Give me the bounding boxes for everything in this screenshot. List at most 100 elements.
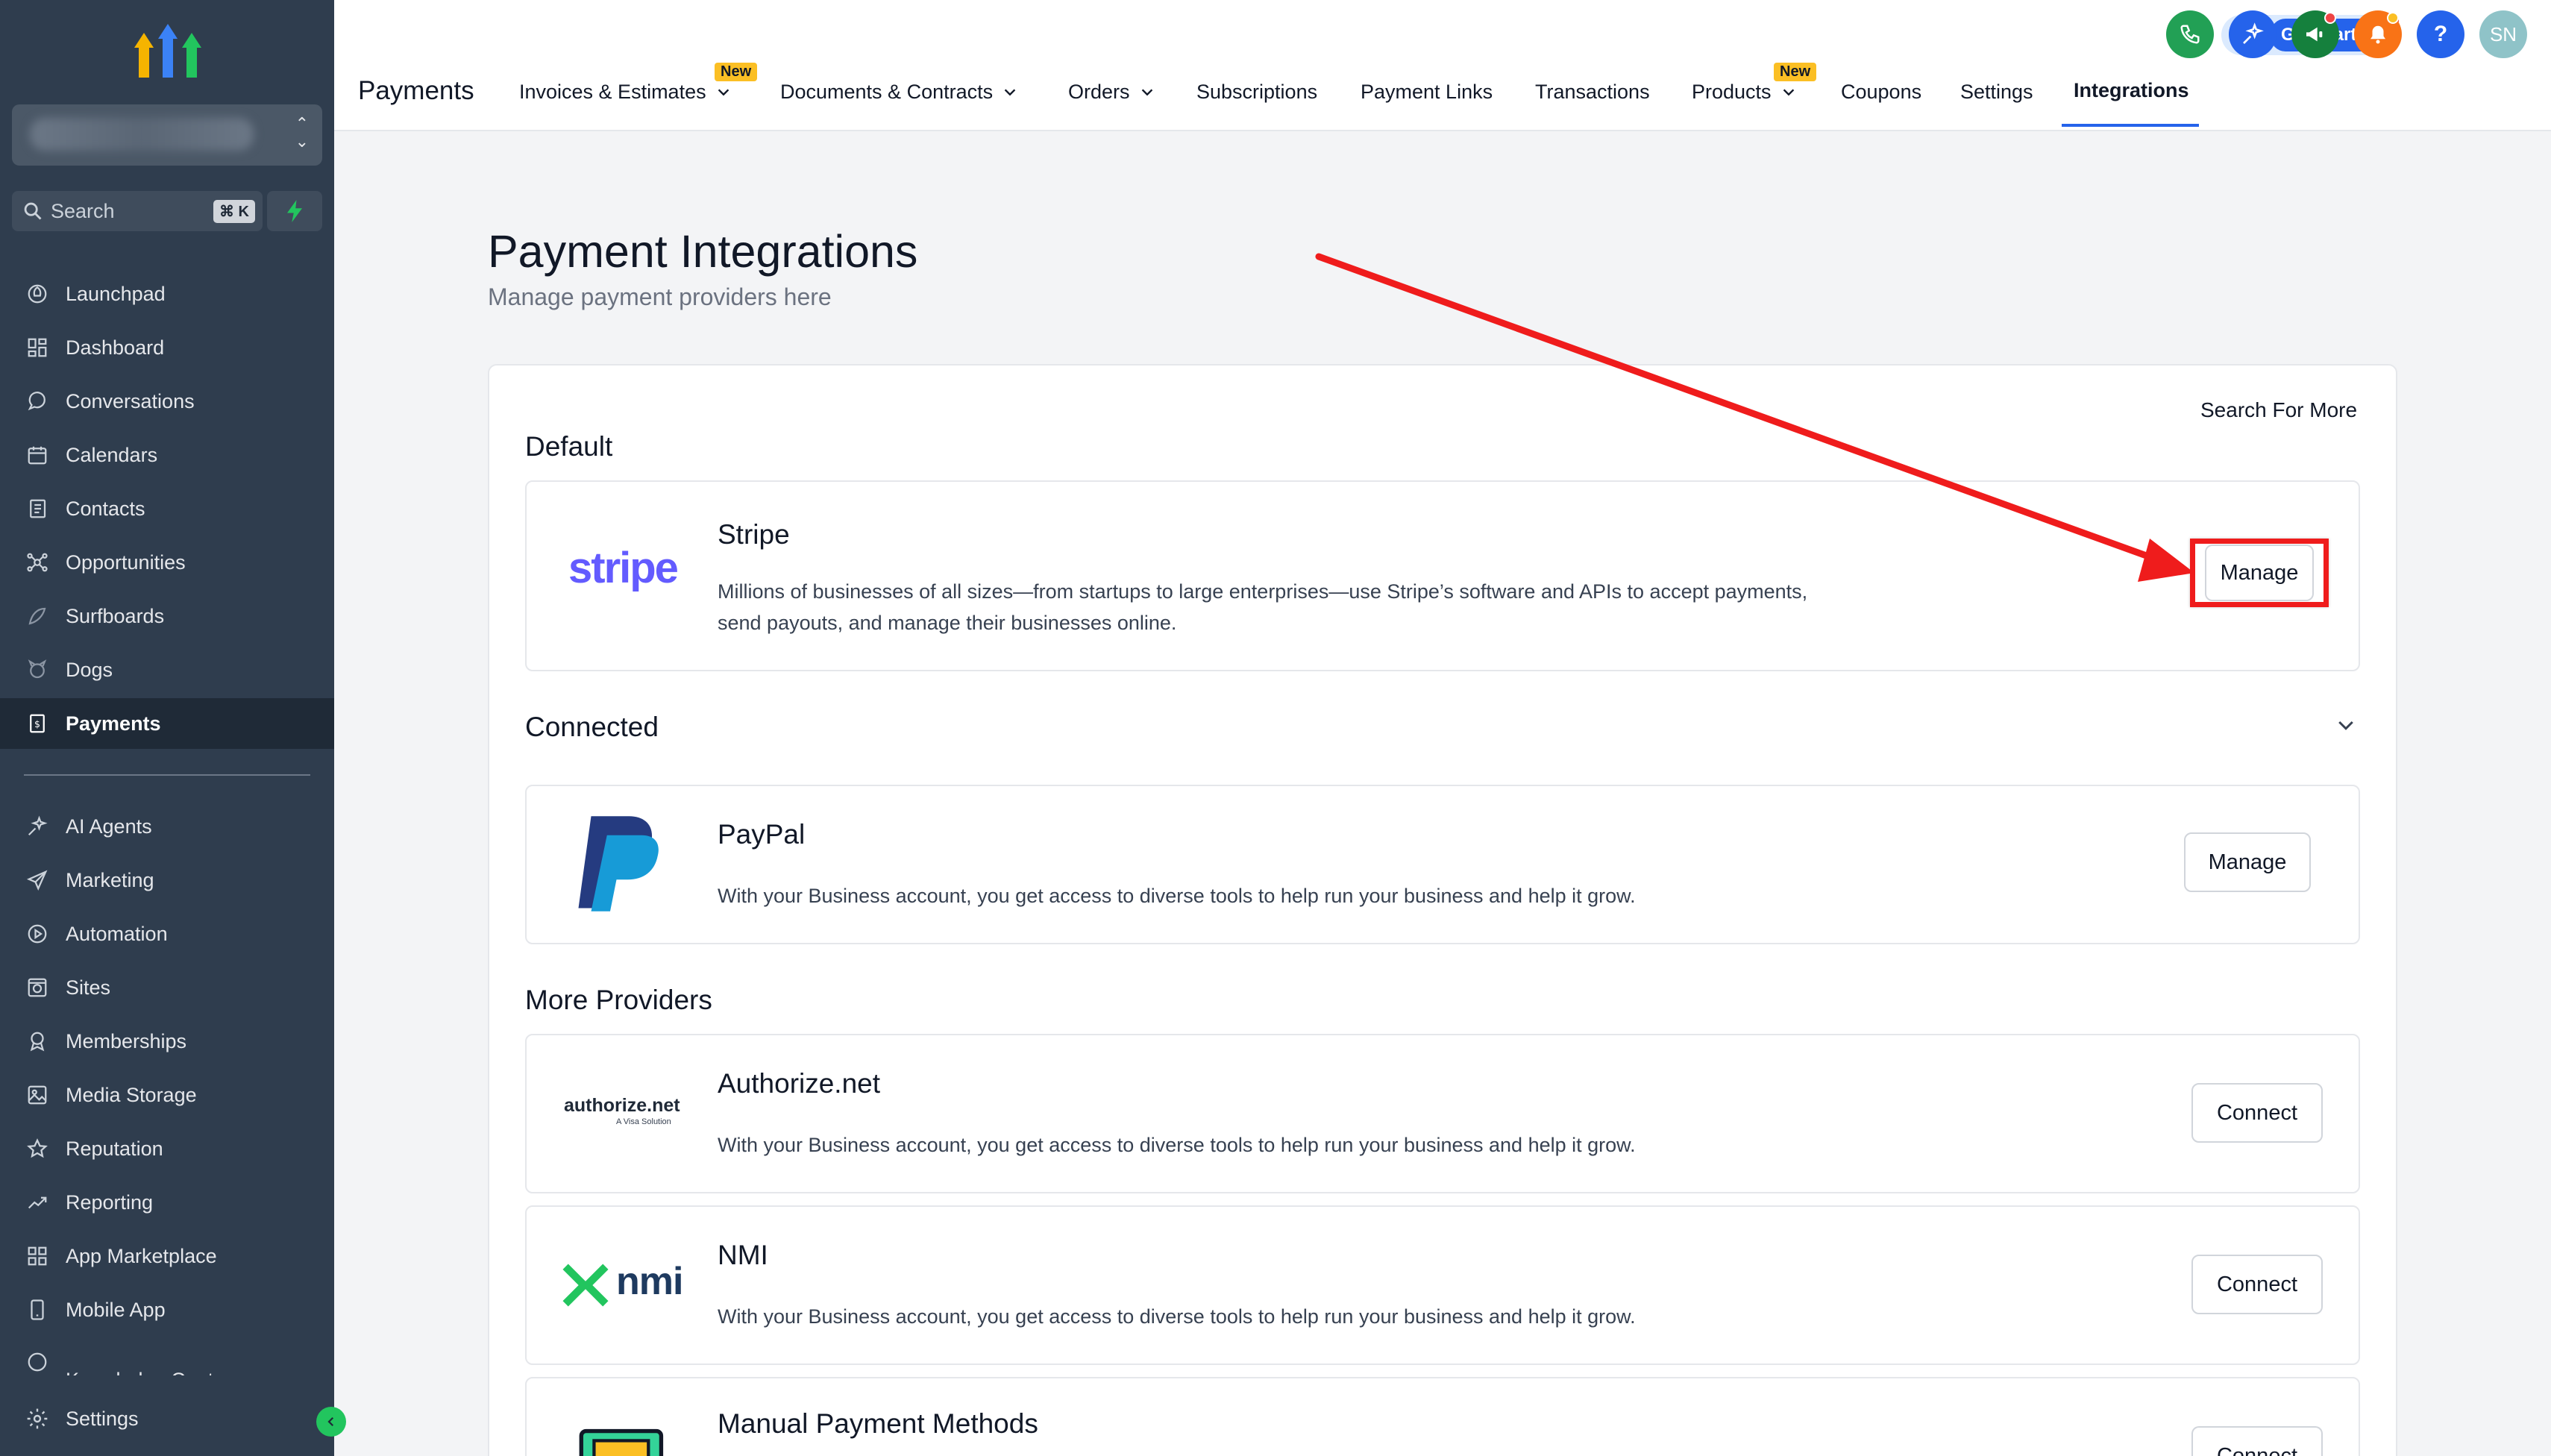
page-subtitle: Manage payment providers here	[488, 283, 832, 310]
nmi-logo: nmi	[616, 1260, 683, 1303]
provider-description: With your Business account, you get acce…	[718, 885, 1636, 907]
chevron-down-icon	[718, 88, 729, 95]
nmi-logo-mark-icon	[562, 1264, 609, 1307]
sidebar-item-knowledge-center[interactable]: Knowledge Center	[0, 1338, 334, 1375]
sidebar-item-settings[interactable]: Settings	[0, 1393, 334, 1444]
phone-button[interactable]	[2166, 10, 2214, 58]
image-icon	[24, 1082, 51, 1108]
app-grid-icon	[24, 1243, 51, 1270]
section-connected-heading: Connected	[525, 712, 659, 742]
authorize-net-logo: authorize.net	[564, 1095, 680, 1116]
tab-payment-links[interactable]: Payment Links	[1361, 81, 1493, 104]
calendar-icon	[24, 442, 51, 468]
authorize-net-connect-button[interactable]: Connect	[2191, 1083, 2323, 1143]
sites-globe-icon	[24, 974, 51, 1001]
tab-orders[interactable]: Orders	[1068, 81, 1155, 104]
provider-card-paypal: PayPal With your Business account, you g…	[525, 785, 2360, 944]
send-plane-icon	[24, 867, 51, 894]
active-tab-indicator	[2062, 124, 2199, 127]
annotation-highlight-box	[2190, 539, 2329, 607]
tab-settings[interactable]: Settings	[1960, 81, 2033, 104]
provider-description: With your Business account, you get acce…	[718, 1134, 1636, 1156]
provider-name: Authorize.net	[718, 1068, 881, 1099]
sidebar-item-marketing[interactable]: Marketing	[0, 855, 334, 906]
sidebar-item-contacts[interactable]: Contacts	[0, 483, 334, 534]
paypal-manage-button[interactable]: Manage	[2184, 832, 2311, 892]
sidebar-item-mobile-app[interactable]: Mobile App	[0, 1284, 334, 1335]
provider-description: With your Business account, you get acce…	[718, 1305, 1636, 1328]
help-button[interactable]: ?	[2417, 10, 2464, 58]
nmi-connect-button[interactable]: Connect	[2191, 1255, 2323, 1314]
sidebar: ⌃ ⌄ Search ⌘ K Launchpad Dashboard Conver…	[0, 0, 346, 1456]
trend-line-icon	[24, 1189, 51, 1216]
avatar[interactable]: SN	[2479, 10, 2527, 58]
surfboard-icon	[24, 603, 51, 630]
bell-icon	[2370, 25, 2385, 44]
authorize-net-logo-sub: A Visa Solution	[616, 1117, 671, 1126]
provider-card-nmi: nmi NMI With your Business account, you …	[525, 1205, 2360, 1365]
chevron-down-icon	[1141, 88, 1152, 95]
sidebar-item-automation[interactable]: Automation	[0, 909, 334, 959]
provider-name: PayPal	[718, 819, 806, 850]
collapse-sidebar-button[interactable]	[316, 1407, 346, 1437]
sidebar-item-surfboards[interactable]: Surfboards	[0, 591, 334, 641]
sidebar-item-payments[interactable]: $ Payments	[0, 698, 334, 749]
sidebar-item-reputation[interactable]: Reputation	[0, 1123, 334, 1174]
sidebar-item-reporting[interactable]: Reporting	[0, 1177, 334, 1228]
provider-name: Manual Payment Methods	[718, 1408, 1038, 1439]
tab-subscriptions[interactable]: Subscriptions	[1196, 81, 1317, 104]
sidebar-item-calendars[interactable]: Calendars	[0, 430, 334, 480]
automation-play-icon	[24, 920, 51, 947]
sidebar-item-sites[interactable]: Sites	[0, 962, 334, 1013]
provider-card-manual-payment: Manual Payment Methods	[525, 1377, 2360, 1456]
dashboard-grid-icon	[24, 334, 51, 361]
new-badge: New	[1774, 63, 1817, 81]
provider-name: NMI	[718, 1240, 768, 1270]
chevron-left-icon	[327, 1416, 334, 1427]
membership-badge-icon	[24, 1028, 51, 1055]
sidebar-item-dashboard[interactable]: Dashboard	[0, 322, 334, 373]
search-label: Search	[51, 199, 115, 222]
rocket-icon	[24, 280, 51, 307]
quick-actions-button[interactable]	[267, 191, 322, 231]
section-default-heading: Default	[525, 431, 613, 462]
tab-transactions[interactable]: Transactions	[1535, 81, 1650, 104]
sidebar-item-dogs[interactable]: Dogs	[0, 644, 334, 695]
search-icon	[24, 202, 42, 220]
dog-icon	[24, 656, 51, 683]
account-switcher[interactable]: ⌃ ⌄	[12, 104, 322, 166]
manual-payment-connect-button[interactable]: Connect	[2191, 1426, 2323, 1456]
search-shortcut: ⌘ K	[213, 200, 255, 223]
chat-bubble-icon	[24, 388, 51, 415]
sidebar-item-launchpad[interactable]: Launchpad	[0, 269, 334, 319]
search-for-more-link[interactable]: Search For More	[2200, 398, 2357, 422]
ai-assistant-button[interactable]	[2229, 10, 2277, 58]
chevron-down-icon	[1004, 88, 1016, 95]
tab-products[interactable]: Products	[1692, 81, 1797, 104]
tab-documents-contracts[interactable]: Documents & Contracts	[780, 81, 1018, 104]
knowledge-icon	[24, 1349, 51, 1375]
sidebar-item-app-marketplace[interactable]: App Marketplace	[0, 1231, 334, 1281]
notifications-button[interactable]	[2354, 10, 2402, 58]
sparkles-icon	[24, 813, 51, 840]
sidebar-item-ai-agents[interactable]: AI Agents	[0, 801, 334, 852]
app-logo-icon[interactable]	[134, 21, 201, 81]
mobile-phone-icon	[24, 1296, 51, 1323]
sidebar-item-memberships[interactable]: Memberships	[0, 1016, 334, 1067]
star-icon	[24, 1135, 51, 1162]
tab-integrations[interactable]: Integrations	[2074, 79, 2189, 102]
question-mark-icon: ?	[2433, 22, 2448, 46]
tab-coupons[interactable]: Coupons	[1841, 81, 1921, 104]
paypal-logo	[578, 816, 659, 911]
sidebar-item-conversations[interactable]: Conversations	[0, 376, 334, 427]
lightning-bolt-icon	[287, 200, 302, 222]
provider-card-authorize-net: authorize.net A Visa Solution Authorize.…	[525, 1034, 2360, 1193]
sidebar-item-opportunities[interactable]: Opportunities	[0, 537, 334, 588]
announcements-button[interactable]	[2291, 10, 2339, 58]
tab-invoices-estimates[interactable]: Invoices & Estimates	[519, 81, 732, 104]
chevron-down-icon[interactable]	[2335, 715, 2357, 737]
sidebar-item-media-storage[interactable]: Media Storage	[0, 1070, 334, 1120]
gear-icon	[24, 1405, 51, 1432]
sidebar-search[interactable]: Search ⌘ K	[12, 191, 263, 231]
chevron-up-down-icon: ⌃ ⌄	[295, 114, 309, 151]
